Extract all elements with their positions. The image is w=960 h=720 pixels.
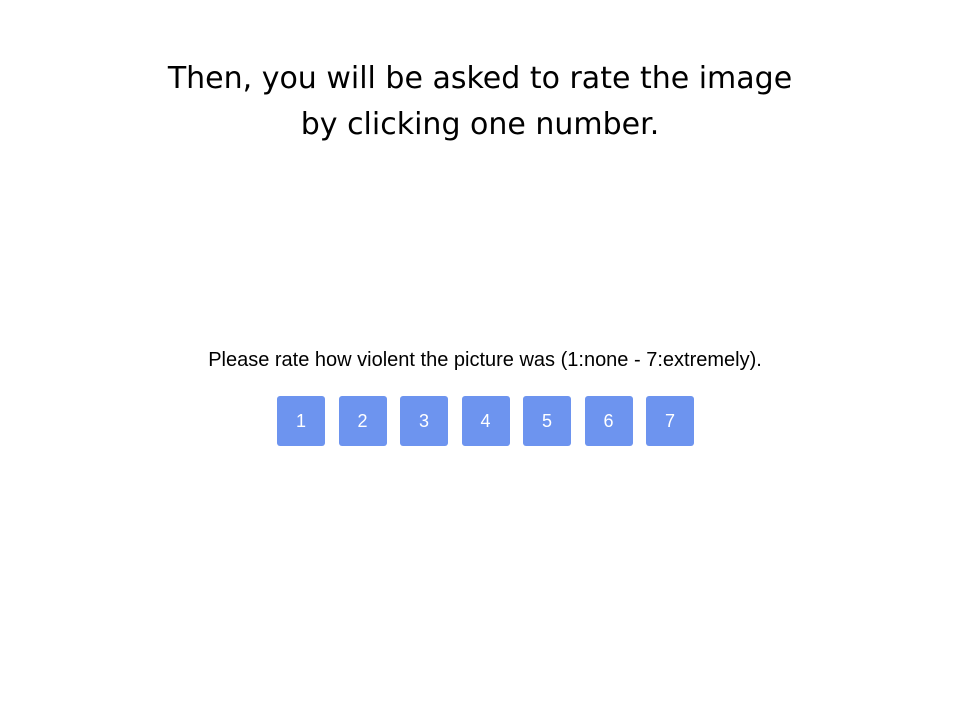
rating-button-3[interactable]: 3 bbox=[400, 396, 448, 446]
rating-button-group: 1 2 3 4 5 6 7 bbox=[277, 396, 694, 446]
rating-button-5[interactable]: 5 bbox=[523, 396, 571, 446]
instruction-line-1: Then, you will be asked to rate the imag… bbox=[167, 61, 793, 96]
instruction-line-2: by clicking one number. bbox=[300, 107, 660, 142]
rating-button-2[interactable]: 2 bbox=[338, 396, 387, 446]
rating-button-1[interactable]: 1 bbox=[277, 396, 325, 446]
rating-prompt: Please rate how violent the picture was … bbox=[208, 349, 762, 371]
rating-button-7[interactable]: 7 bbox=[646, 396, 694, 446]
rating-button-4[interactable]: 4 bbox=[461, 396, 510, 446]
rating-button-6[interactable]: 6 bbox=[584, 396, 633, 446]
instruction-text: Then, you will be asked to rate the imag… bbox=[0, 56, 960, 148]
